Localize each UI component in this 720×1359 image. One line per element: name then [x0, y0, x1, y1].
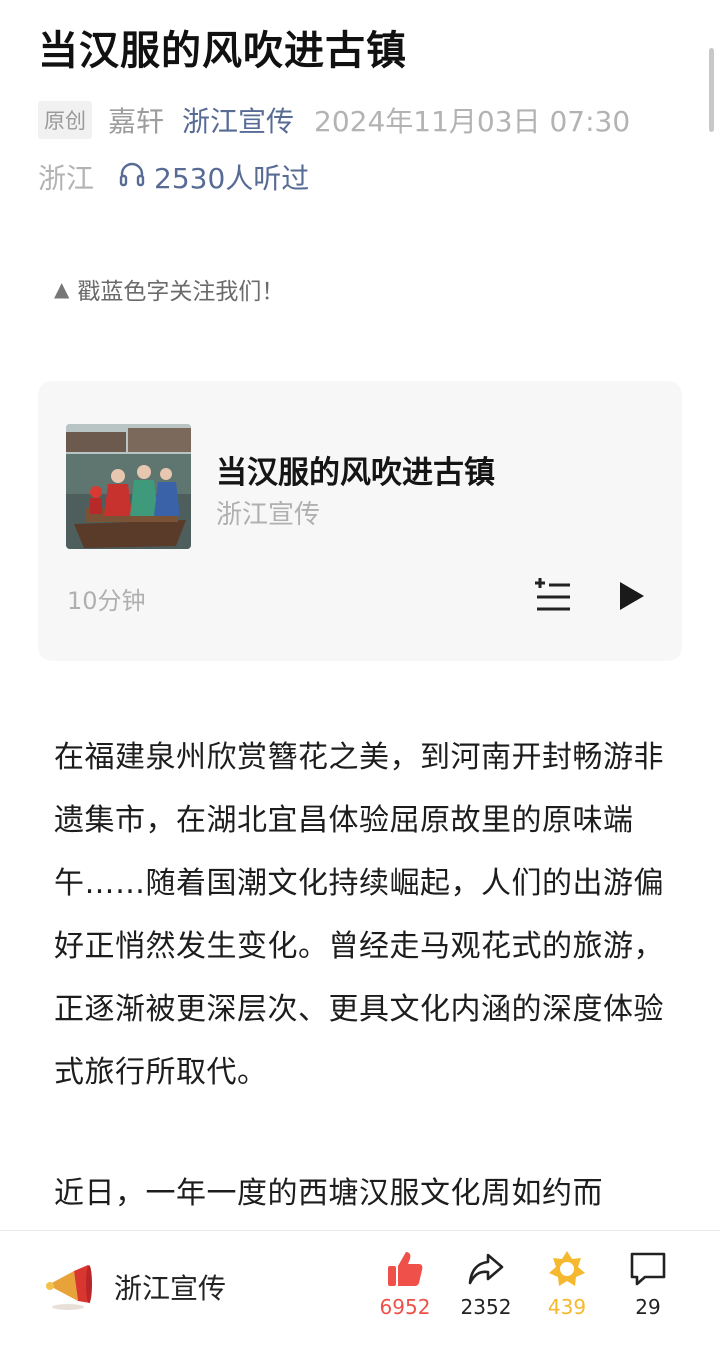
bottom-action-bar: 浙江宣传 6952 2352 439 29: [0, 1230, 720, 1359]
original-badge: 原创: [38, 101, 92, 139]
wow-star-icon: [532, 1249, 602, 1289]
thumbs-up-icon: [370, 1249, 440, 1289]
article-body: 在福建泉州欣赏簪花之美，到河南开封畅游非遗集市，在湖北宜昌体验屈原故里的原味端午…: [54, 726, 674, 1104]
audio-title: 当汉服的风吹进古镇: [216, 455, 495, 491]
playlist-add-button[interactable]: [534, 577, 574, 613]
comment-count: 29: [635, 1295, 661, 1319]
audio-duration: 10分钟: [67, 587, 146, 615]
article-paragraph: 近日，一年一度的西塘汉服文化周如约而: [54, 1176, 603, 1211]
triangle-up-icon: ▲: [54, 277, 70, 301]
like-count: 6952: [379, 1295, 431, 1319]
publish-datetime: 2024年11月03日 07:30: [314, 105, 631, 138]
wow-count: 439: [547, 1295, 587, 1319]
listen-count-link[interactable]: 2530人听过: [118, 157, 309, 197]
play-icon: [616, 582, 648, 617]
comment-bubble-icon: [613, 1249, 683, 1289]
article-meta: 原创 嘉轩 浙江宣传 2024年11月03日 07:30: [38, 98, 630, 142]
listen-count: 2530人听过: [154, 162, 310, 195]
account-link[interactable]: 浙江宣传: [182, 100, 294, 140]
follow-prompt: ▲ 戳蓝色字关注我们！: [54, 272, 284, 306]
headphones-icon: [118, 160, 154, 195]
follow-prompt-text: 戳蓝色字关注我们！: [77, 279, 285, 305]
share-arrow-icon: [451, 1249, 521, 1289]
author-name: 嘉轩: [108, 105, 165, 138]
like-button[interactable]: 6952: [370, 1249, 440, 1319]
share-count: 2352: [460, 1295, 512, 1319]
play-button[interactable]: [616, 579, 648, 613]
article-title: 当汉服的风吹进古镇: [38, 28, 407, 74]
article-paragraph: 在福建泉州欣赏簪花之美，到河南开封畅游非遗集市，在湖北宜昌体验屈原故里的原味端午…: [54, 740, 664, 1090]
share-button[interactable]: 2352: [451, 1249, 521, 1319]
audio-cover-image: [66, 424, 191, 549]
account-logo-icon[interactable]: [44, 1255, 94, 1315]
account-name[interactable]: 浙江宣传: [114, 1267, 226, 1307]
article-meta-secondary: 浙江 2530人听过: [38, 154, 309, 200]
playlist-add-icon: [534, 578, 574, 617]
comment-button[interactable]: 29: [613, 1249, 683, 1319]
audio-author: 浙江宣传: [216, 500, 321, 530]
wow-button[interactable]: 439: [532, 1249, 602, 1319]
scrollbar[interactable]: [709, 48, 714, 132]
region-label: 浙江: [38, 162, 95, 195]
audio-card[interactable]: 当汉服的风吹进古镇 浙江宣传 10分钟: [38, 381, 682, 661]
